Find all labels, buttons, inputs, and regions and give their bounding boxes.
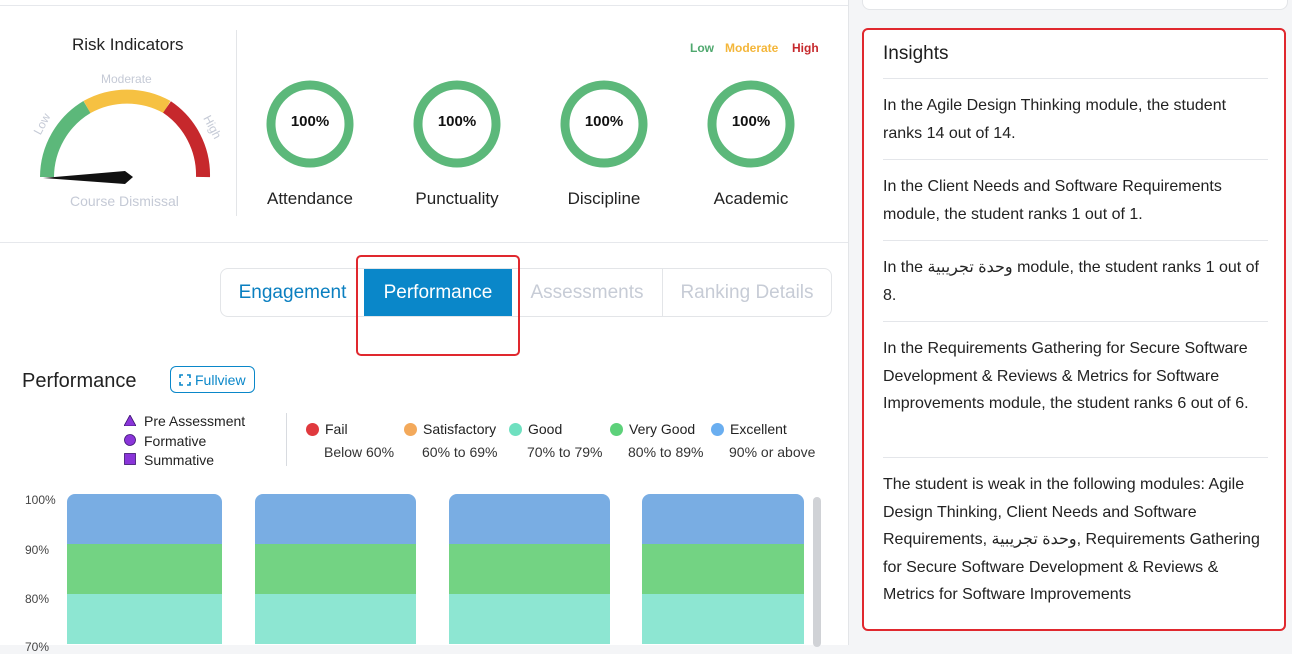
chart-scrollbar[interactable] bbox=[813, 497, 821, 647]
grade-band bbox=[449, 544, 610, 594]
y-tick-100: 100% bbox=[25, 493, 56, 507]
square-icon bbox=[124, 452, 136, 468]
tab-ranking-details[interactable]: Ranking Details bbox=[663, 269, 831, 316]
legend-moderate: Moderate bbox=[725, 41, 779, 55]
attendance-value: 100% bbox=[290, 113, 330, 130]
grade-band bbox=[255, 544, 416, 594]
grade-very-good: Very Good 80% to 89% bbox=[610, 421, 704, 460]
grade-band bbox=[255, 494, 416, 544]
triangle-icon bbox=[123, 413, 137, 429]
performance-bar bbox=[255, 494, 416, 654]
performance-bar bbox=[449, 494, 610, 654]
academic-value: 100% bbox=[731, 113, 771, 130]
grade-band bbox=[67, 494, 222, 544]
discipline-label: Discipline bbox=[567, 189, 641, 208]
insight-item: In the Agile Design Thinking module, the… bbox=[883, 97, 1227, 142]
gauge-course-dismissal-label: Course Dismissal bbox=[70, 193, 179, 209]
top-card bbox=[862, 0, 1288, 10]
grade-band bbox=[449, 494, 610, 544]
insights-title: Insights bbox=[883, 43, 949, 64]
insight-item: In the وحدة تجريبية module, the student … bbox=[883, 259, 1259, 304]
attendance-label: Attendance bbox=[266, 189, 353, 208]
fullview-button[interactable]: Fullview bbox=[170, 366, 255, 393]
risk-divider bbox=[236, 30, 237, 216]
legend-divider bbox=[286, 413, 287, 466]
insights-panel: Insights In the Agile Design Thinking mo… bbox=[862, 28, 1286, 631]
gauge-moderate-label: Moderate bbox=[101, 72, 152, 86]
grade-band bbox=[449, 594, 610, 644]
expand-icon bbox=[179, 368, 191, 395]
very-good-dot-icon bbox=[610, 423, 623, 436]
gauge-high-segment bbox=[162, 101, 211, 178]
grade-band bbox=[255, 594, 416, 644]
performance-bar bbox=[642, 494, 804, 654]
legend-formative-label: Formative bbox=[144, 433, 207, 449]
legend-pre-assessment: Pre Assessment bbox=[123, 413, 246, 429]
punctuality-label: Punctuality bbox=[415, 189, 499, 208]
legend-high: High bbox=[792, 41, 819, 55]
discipline-value: 100% bbox=[584, 113, 624, 130]
y-tick-80: 80% bbox=[25, 592, 50, 606]
risk-indicators-title: Risk Indicators bbox=[72, 35, 184, 54]
tab-assessments[interactable]: Assessments bbox=[512, 269, 662, 316]
top-divider bbox=[0, 0, 848, 6]
performance-bar bbox=[67, 494, 222, 654]
excellent-dot-icon bbox=[711, 423, 724, 436]
grade-fail-label: Fail bbox=[325, 421, 348, 437]
grade-fail-range: Below 60% bbox=[324, 444, 395, 460]
satisfactory-dot-icon bbox=[404, 423, 417, 436]
academic-label: Academic bbox=[713, 189, 789, 208]
grade-excellent-label: Excellent bbox=[730, 421, 787, 437]
highlight-box-performance-tab bbox=[356, 255, 520, 356]
gauge-needle bbox=[43, 171, 133, 184]
grade-excellent-range: 90% or above bbox=[729, 444, 816, 460]
insights-divider bbox=[883, 78, 1268, 79]
legend-formative: Formative bbox=[124, 433, 206, 449]
grade-good-label: Good bbox=[528, 421, 563, 437]
grade-excellent: Excellent 90% or above bbox=[711, 421, 815, 460]
circle-icon bbox=[124, 433, 136, 449]
grade-satisfactory: Satisfactory 60% to 69% bbox=[404, 421, 498, 460]
grade-very-good-range: 80% to 89% bbox=[628, 444, 704, 460]
section-divider bbox=[0, 242, 848, 243]
insights-divider bbox=[883, 240, 1268, 241]
insights-divider bbox=[883, 457, 1268, 458]
legend-pre-assessment-label: Pre Assessment bbox=[144, 413, 246, 429]
grade-band bbox=[642, 494, 804, 544]
grade-band bbox=[642, 544, 804, 594]
attendance-ring: 100% bbox=[265, 79, 355, 169]
grade-satisfactory-label: Satisfactory bbox=[423, 421, 497, 437]
grade-band bbox=[642, 594, 804, 644]
view-tabs: Engagement Performance Assessments Ranki… bbox=[220, 268, 832, 317]
discipline-ring: 100% bbox=[559, 79, 649, 169]
academic-ring: 100% bbox=[706, 79, 796, 169]
grade-band bbox=[67, 594, 222, 644]
fail-dot-icon bbox=[306, 423, 319, 436]
good-dot-icon bbox=[509, 423, 522, 436]
grade-good-range: 70% to 79% bbox=[527, 444, 603, 460]
legend-summative-label: Summative bbox=[144, 452, 215, 468]
insights-divider bbox=[883, 321, 1268, 322]
legend-summative: Summative bbox=[124, 452, 214, 468]
punctuality-value: 100% bbox=[437, 113, 477, 130]
punctuality-ring: 100% bbox=[412, 79, 502, 169]
insight-item: In the Requirements Gathering for Secure… bbox=[883, 340, 1249, 412]
main-panel: Risk Indicators Low Moderate High Course… bbox=[0, 0, 848, 654]
grade-good: Good 70% to 79% bbox=[509, 421, 603, 460]
tab-engagement[interactable]: Engagement bbox=[221, 269, 364, 316]
grade-fail: Fail Below 60% bbox=[306, 421, 394, 460]
insight-item: In the Client Needs and Software Require… bbox=[883, 178, 1222, 223]
performance-title: Performance bbox=[22, 370, 137, 392]
panel-divider bbox=[848, 0, 849, 645]
y-tick-90: 90% bbox=[25, 543, 50, 557]
grade-band bbox=[67, 544, 222, 594]
y-tick-70: 70% bbox=[25, 640, 50, 654]
grade-satisfactory-range: 60% to 69% bbox=[422, 444, 498, 460]
legend-low: Low bbox=[690, 41, 714, 55]
grade-very-good-label: Very Good bbox=[629, 421, 696, 437]
gauge-moderate-segment bbox=[83, 89, 171, 114]
fullview-label: Fullview bbox=[195, 372, 246, 388]
insight-item: The student is weak in the following mod… bbox=[883, 476, 1260, 603]
insights-divider bbox=[883, 159, 1268, 160]
